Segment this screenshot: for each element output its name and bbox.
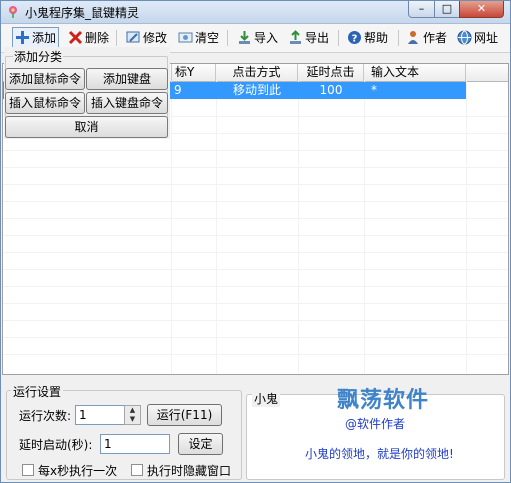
- author-link[interactable]: @软件作者: [345, 415, 405, 432]
- clear-button[interactable]: 清空: [178, 29, 219, 47]
- column-header-y[interactable]: 标Y: [171, 64, 216, 81]
- delay-start-input[interactable]: 1: [100, 434, 170, 454]
- grid-line: [171, 81, 172, 374]
- website-label: 网址: [474, 31, 499, 45]
- stepper-up-icon[interactable]: ▲: [125, 406, 140, 415]
- add-category-popup: 添加分类 添加鼠标命令 添加键盘 插入鼠标命令 插入键盘命令 取消: [4, 47, 170, 139]
- grid-line: [3, 150, 508, 151]
- toolbar-separator: [398, 30, 399, 46]
- grid-line: [298, 81, 299, 374]
- grid-line: [3, 320, 508, 321]
- window-title: 小鬼程序集_鼠键精灵: [25, 6, 140, 20]
- insert-mouse-command-button[interactable]: 插入鼠标命令: [5, 92, 85, 114]
- cell-click-method: 移动到此: [232, 83, 281, 97]
- add-mouse-command-button[interactable]: 添加鼠标命令: [5, 68, 85, 90]
- toolbar-separator: [116, 30, 117, 46]
- add-button[interactable]: 添加: [12, 27, 60, 49]
- grid-line: [216, 81, 217, 374]
- run-count-label: 运行次数:: [19, 409, 72, 423]
- column-header-delay[interactable]: 延时点击: [298, 64, 364, 81]
- cell-delay: 100: [319, 83, 343, 97]
- close-button[interactable]: ✕: [459, 1, 504, 18]
- title-bar: 小鬼程序集_鼠键精灵 – □ ✕: [1, 1, 510, 24]
- stepper-down-icon[interactable]: ▼: [125, 415, 140, 424]
- run-button[interactable]: 运行(F11): [147, 404, 222, 426]
- hide-window-checkbox[interactable]: [131, 464, 143, 476]
- cell-y: 9: [174, 83, 182, 97]
- website-button[interactable]: 网址: [457, 29, 498, 47]
- grid-line: [3, 184, 508, 185]
- delay-start-label: 延时启动(秒):: [19, 438, 93, 452]
- edit-icon: [126, 31, 140, 43]
- toolbar-separator: [227, 30, 228, 46]
- grid-line: [3, 354, 508, 355]
- app-flower-icon: [9, 6, 17, 18]
- app-window: 小鬼程序集_鼠键精灵 – □ ✕ 添加 删除 修改 清空 导入 导出 ? 帮助: [0, 0, 511, 483]
- delete-label: 删除: [85, 31, 110, 45]
- grid-line: [364, 81, 365, 374]
- globe-icon: [457, 30, 472, 45]
- delete-x-icon: [68, 30, 83, 45]
- set-button[interactable]: 设定: [178, 433, 223, 455]
- cell-input-text: *: [371, 83, 377, 97]
- edit-button[interactable]: 修改: [126, 29, 167, 47]
- grid-line: [3, 286, 508, 287]
- run-count-input[interactable]: 1: [75, 405, 125, 425]
- grid-line: [3, 201, 508, 202]
- export-icon: [290, 30, 301, 44]
- export-label: 导出: [305, 31, 330, 45]
- run-settings-legend: 运行设置: [11, 383, 64, 400]
- hide-window-label: 执行时隐藏窗口: [147, 464, 232, 478]
- help-button[interactable]: ? 帮助: [347, 29, 388, 47]
- grid-line: [3, 218, 508, 219]
- clear-label: 清空: [195, 31, 220, 45]
- grid-line: [3, 337, 508, 338]
- import-label: 导入: [254, 31, 279, 45]
- every-x-seconds-checkbox[interactable]: [22, 464, 34, 476]
- grid-line: [3, 167, 508, 168]
- toolbar-separator: [338, 30, 339, 46]
- grid-line: [3, 303, 508, 304]
- import-button[interactable]: 导入: [237, 29, 278, 47]
- about-panel-legend: 小鬼: [252, 390, 281, 407]
- column-header-click-method[interactable]: 点击方式: [216, 64, 298, 81]
- maximize-button[interactable]: □: [434, 1, 460, 18]
- author-label: 作者: [423, 31, 448, 45]
- delete-button[interactable]: 删除: [68, 29, 109, 47]
- export-button[interactable]: 导出: [288, 29, 329, 47]
- plus-icon: [16, 31, 29, 44]
- grid-line: [466, 81, 467, 374]
- help-label: 帮助: [364, 31, 389, 45]
- grid-line: [3, 252, 508, 253]
- import-icon: [239, 31, 250, 44]
- grid-line: [3, 269, 508, 270]
- add-keyboard-button[interactable]: 添加键盘: [86, 68, 168, 90]
- popup-legend: 添加分类: [13, 48, 64, 65]
- slogan-text: 小鬼的领地，就是你的领地!: [305, 447, 454, 461]
- clear-icon: [178, 32, 193, 43]
- minimize-button[interactable]: –: [408, 1, 435, 18]
- add-label: 添加: [32, 31, 57, 45]
- edit-label: 修改: [143, 31, 168, 45]
- author-person-icon: [408, 31, 418, 44]
- svg-text:?: ?: [352, 34, 358, 45]
- column-header-input-text[interactable]: 输入文本: [364, 64, 466, 81]
- author-button[interactable]: 作者: [406, 29, 447, 47]
- watermark-logo-text: 飘荡软件: [337, 388, 430, 413]
- run-count-stepper[interactable]: ▲ ▼: [124, 405, 141, 425]
- cancel-button[interactable]: 取消: [5, 116, 168, 138]
- every-x-seconds-label: 每x秒执行一次: [38, 464, 118, 478]
- grid-line: [3, 235, 508, 236]
- insert-keyboard-command-button[interactable]: 插入键盘命令: [86, 92, 168, 114]
- help-icon: ?: [348, 31, 361, 45]
